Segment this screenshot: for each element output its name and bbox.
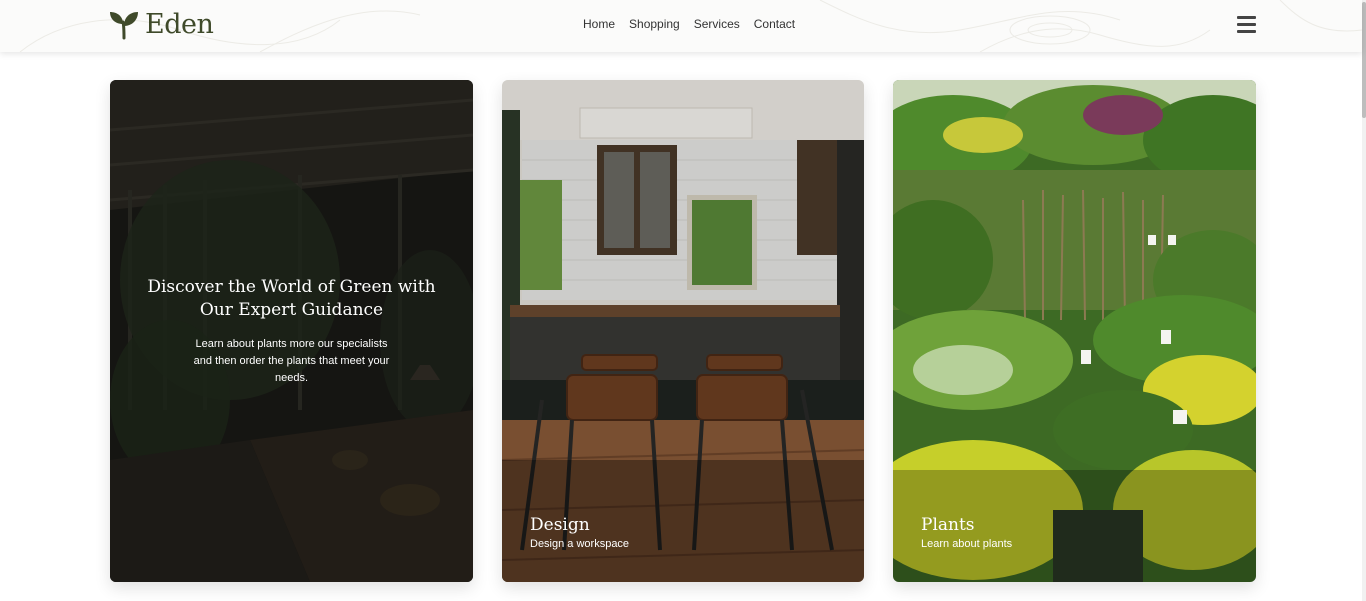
hero-description: Learn about plants more our specialists … — [193, 338, 390, 384]
plant-nursery-image — [893, 80, 1256, 582]
nav-contact-link[interactable]: Contact — [754, 17, 795, 31]
design-card[interactable]: Design Design a workspace — [502, 80, 864, 582]
hamburger-menu-icon[interactable] — [1237, 16, 1256, 33]
scrollbar-thumb[interactable] — [1362, 2, 1366, 118]
plants-card[interactable]: Plants Learn about plants — [893, 80, 1256, 582]
design-card-title: Design — [530, 515, 590, 535]
design-card-subtitle: Design a workspace — [530, 538, 630, 550]
kitchen-dining-image — [502, 80, 864, 582]
greenhouse-interior-image — [110, 80, 473, 582]
main-nav: Home Shopping Services Contact — [583, 17, 795, 31]
page-scrollbar[interactable] — [1362, 0, 1366, 601]
brand-name: Eden — [145, 9, 214, 40]
nav-services-link[interactable]: Services — [694, 17, 740, 31]
plants-card-title: Plants — [921, 515, 975, 535]
plants-card-subtitle: Learn about plants — [921, 538, 1013, 550]
site-header: Eden Home Shopping Services Contact — [0, 0, 1362, 52]
brand-logo[interactable]: Eden — [109, 9, 214, 40]
nav-shopping-link[interactable]: Shopping — [629, 17, 680, 31]
leaf-sprout-icon — [110, 11, 138, 39]
hero-title: Discover the World of Green with Our Exp… — [147, 277, 436, 320]
nav-home-link[interactable]: Home — [583, 17, 615, 31]
hero-card[interactable]: Discover the World of Green with Our Exp… — [110, 80, 473, 582]
